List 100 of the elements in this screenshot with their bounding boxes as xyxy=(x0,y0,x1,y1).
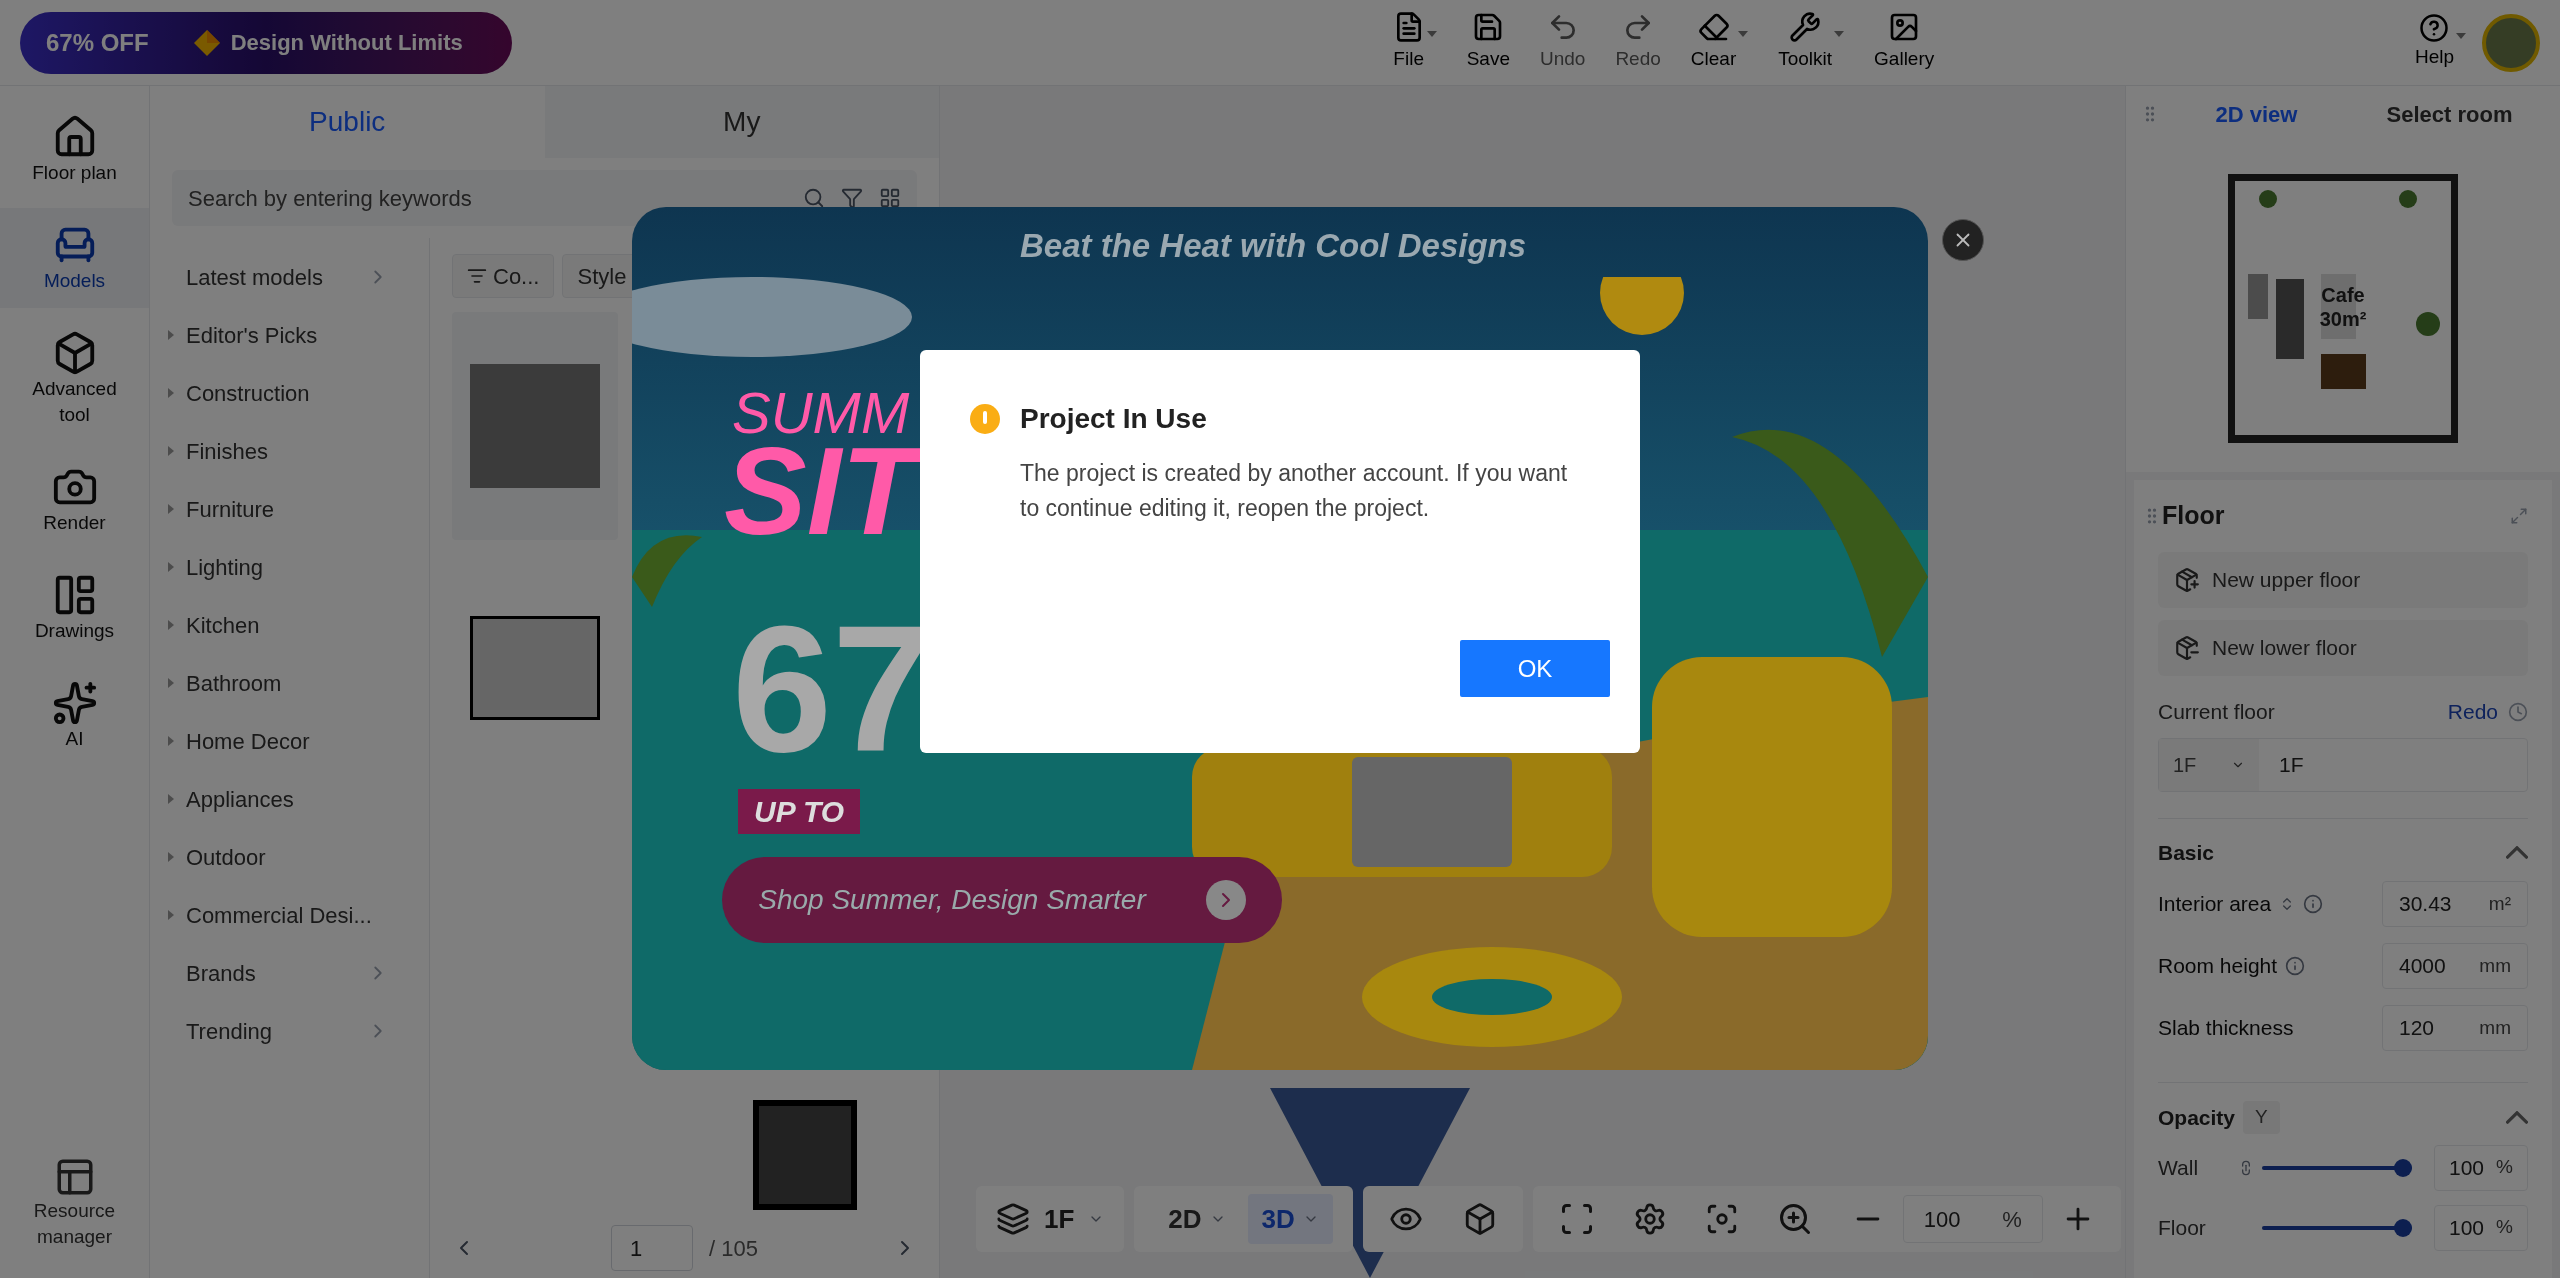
panel-title: Floor xyxy=(2162,500,2226,532)
help-icon xyxy=(2419,13,2450,44)
triangle-icon xyxy=(168,562,174,572)
rail-item[interactable]: AI xyxy=(0,666,149,766)
triangle-icon xyxy=(168,852,174,862)
rail-item[interactable]: Advanced tool xyxy=(0,316,149,442)
unit-label: m² xyxy=(2488,891,2511,916)
slider-thumb[interactable] xyxy=(2394,1158,2412,1177)
view-mode-tab[interactable]: 3D xyxy=(1247,1194,1333,1244)
unit-label: % xyxy=(2496,1215,2513,1240)
avatar[interactable] xyxy=(2482,13,2540,72)
help-button[interactable]: Help xyxy=(2414,13,2466,72)
triangle-icon xyxy=(168,794,174,804)
category-item[interactable]: Latest models xyxy=(150,248,429,306)
unit-label: mm xyxy=(2479,1015,2511,1040)
rail-item[interactable]: Models xyxy=(0,208,149,308)
number-field[interactable]: 4000 mm xyxy=(2382,943,2528,989)
triangle-icon xyxy=(168,504,174,514)
triangle-icon xyxy=(168,330,174,340)
category-item[interactable]: Furniture xyxy=(150,480,429,538)
toolbar-button[interactable]: Gallery xyxy=(1868,11,1941,74)
dialog-message: The project is created by another account. If you want to continue editing it, reopen the project. xyxy=(1020,459,1569,523)
category-item[interactable]: Lighting xyxy=(150,538,429,596)
collapse-button[interactable] xyxy=(2506,845,2528,859)
percent-unit: % xyxy=(2002,1205,2022,1234)
category-item[interactable]: Commercial Desi... xyxy=(150,886,429,944)
search-icon[interactable] xyxy=(803,187,825,209)
rail-item[interactable]: Render xyxy=(0,450,149,550)
field-label: Slab thickness xyxy=(2158,1015,2294,1042)
floor-action-button[interactable]: New upper floor xyxy=(2158,552,2528,608)
redo-link[interactable]: Redo xyxy=(2447,696,2498,728)
slider[interactable] xyxy=(2262,1158,2412,1177)
toolbar-button[interactable]: Clear xyxy=(1684,11,1755,74)
layers-icon xyxy=(996,1202,1030,1236)
category-item[interactable]: Kitchen xyxy=(150,596,429,654)
category-item[interactable]: Editor's Picks xyxy=(150,306,429,364)
search-input[interactable]: Search by entering keywords xyxy=(188,181,795,215)
sort-icon xyxy=(467,266,487,286)
number-field[interactable]: 30.43 m² xyxy=(2382,881,2528,927)
category-item[interactable]: Outdoor xyxy=(150,828,429,886)
clock-icon[interactable] xyxy=(2508,701,2528,722)
slogan-label: Design Without Limits xyxy=(230,29,463,57)
chevron-up-icon xyxy=(2506,1110,2528,1124)
info-icon[interactable] xyxy=(2303,894,2324,914)
floor-action-button[interactable]: New lower floor xyxy=(2158,620,2528,676)
shop-button[interactable]: Shop Summer, Design Smarter xyxy=(722,857,1282,943)
grid-icon[interactable] xyxy=(879,187,901,209)
ok-button[interactable]: OK xyxy=(1460,640,1610,697)
triangle-icon xyxy=(168,446,174,456)
category-item[interactable]: Finishes xyxy=(150,422,429,480)
diamond-icon xyxy=(192,28,221,57)
toolbar-button[interactable]: Save xyxy=(1460,11,1516,74)
slider-thumb[interactable] xyxy=(2394,1218,2412,1237)
library-tab[interactable]: My xyxy=(544,86,939,158)
caret-icon xyxy=(1426,31,1437,38)
model-card[interactable] xyxy=(452,312,618,540)
number-field[interactable]: 120 mm xyxy=(2382,1005,2528,1051)
chevron-up-icon xyxy=(2506,845,2528,859)
resource-manager-button[interactable]: Resource manager xyxy=(0,1156,149,1264)
field-label: Interior area xyxy=(2158,891,2272,918)
filter-icon[interactable] xyxy=(841,187,863,209)
toolbar-button[interactable]: Toolkit xyxy=(1772,11,1851,74)
info-icon[interactable] xyxy=(2285,956,2306,976)
field-label: Floor xyxy=(2158,1214,2207,1241)
category-item[interactable]: Bathroom xyxy=(150,654,429,712)
axis-tag: Y xyxy=(2243,1101,2280,1134)
expand-icon[interactable] xyxy=(2510,507,2528,525)
view-tab[interactable]: 2D view xyxy=(2160,97,2353,131)
room-name: Cafe xyxy=(2321,284,2365,306)
category-item[interactable]: Construction xyxy=(150,364,429,422)
view-tab[interactable]: Select room xyxy=(2353,97,2546,131)
banner-headline: Beat the Heat with Cool Designs xyxy=(1020,226,1527,266)
warning-icon xyxy=(970,404,1000,434)
chevron-right-icon xyxy=(1205,880,1246,920)
promo-badge[interactable]: 67% OFF Design Without Limits xyxy=(20,11,512,74)
floor-selector[interactable]: 1F xyxy=(976,1186,1125,1252)
view-mode-tab[interactable]: 2D xyxy=(1154,1194,1240,1244)
filter-chip[interactable]: Co... xyxy=(452,254,555,298)
zoom-field[interactable]: 100 % xyxy=(1902,1195,2043,1243)
page-total: / 105 xyxy=(709,1234,758,1263)
triangle-icon xyxy=(168,678,174,688)
room-area: 30m² xyxy=(2319,308,2367,330)
section-title: Basic xyxy=(2158,839,2216,866)
toolbar-button[interactable]: File xyxy=(1386,11,1443,74)
category-item[interactable]: Brands xyxy=(150,944,429,1002)
rail-item[interactable]: Floor plan xyxy=(0,100,149,200)
triangle-icon xyxy=(168,388,174,398)
category-item[interactable]: Appliances xyxy=(150,770,429,828)
field-label: Current floor xyxy=(2158,699,2276,725)
number-field[interactable]: 100 % xyxy=(2434,1144,2528,1191)
number-field[interactable]: 100 % xyxy=(2434,1204,2528,1251)
page-field[interactable]: 1 xyxy=(611,1225,694,1271)
collapse-button[interactable] xyxy=(2506,1110,2528,1124)
field-label: Wall xyxy=(2158,1154,2200,1181)
category-item[interactable]: Trending xyxy=(150,1002,429,1060)
slider[interactable] xyxy=(2262,1218,2412,1237)
unit-label: % xyxy=(2496,1155,2513,1180)
wrench-icon xyxy=(1789,11,1822,44)
category-item[interactable]: Home Decor xyxy=(150,712,429,770)
rail-item[interactable]: Drawings xyxy=(0,558,149,658)
